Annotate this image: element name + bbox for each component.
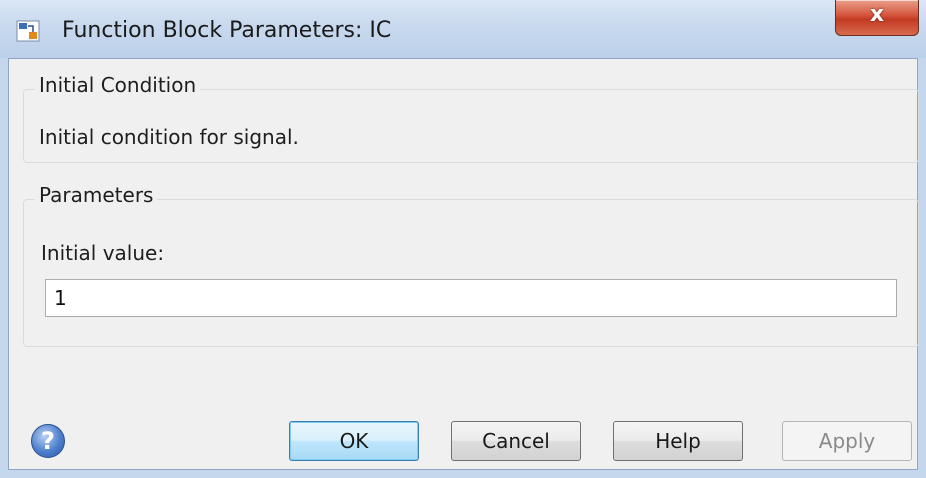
- close-button[interactable]: x: [835, 0, 919, 36]
- help-icon[interactable]: ?: [31, 424, 65, 458]
- parameters-group: [23, 199, 919, 347]
- window-title: Function Block Parameters: IC: [62, 18, 392, 43]
- simulink-block-icon: [16, 20, 40, 42]
- initial-condition-legend: Initial Condition: [35, 73, 201, 97]
- title-bar[interactable]: Function Block Parameters: IC x: [0, 0, 926, 58]
- cancel-button[interactable]: Cancel: [451, 421, 581, 461]
- initial-value-label: Initial value:: [41, 241, 165, 265]
- dialog-window: Function Block Parameters: IC x Initial …: [0, 0, 926, 478]
- dialog-body: Initial Condition Initial condition for …: [8, 58, 919, 470]
- ok-button[interactable]: OK: [289, 421, 419, 461]
- parameters-legend: Parameters: [35, 183, 158, 207]
- close-icon: x: [869, 2, 885, 27]
- apply-button[interactable]: Apply: [782, 421, 912, 461]
- question-mark-glyph: ?: [41, 427, 55, 455]
- block-description: Initial condition for signal.: [39, 125, 299, 149]
- initial-value-input[interactable]: [45, 279, 897, 317]
- help-button[interactable]: Help: [613, 421, 743, 461]
